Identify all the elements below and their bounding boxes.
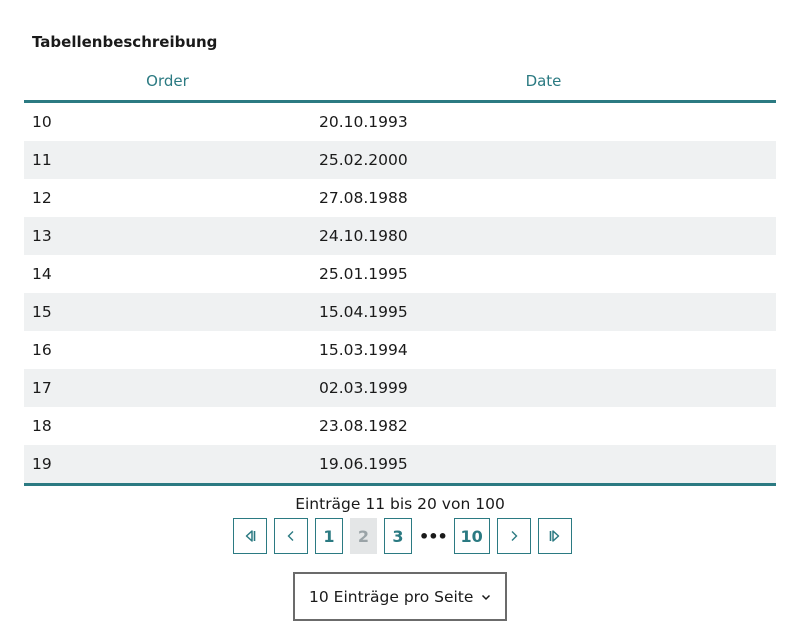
first-page-button[interactable]: [233, 518, 267, 554]
pagination-info: Einträge 11 bis 20 von 100: [295, 495, 505, 513]
cell-order: 15: [32, 303, 52, 321]
cell-order: 18: [32, 417, 52, 435]
table-row: 14 25.01.1995: [24, 255, 776, 293]
chevron-right-icon: [511, 531, 518, 541]
table-row: 12 27.08.1988: [24, 179, 776, 217]
cell-date: 02.03.1999: [319, 379, 408, 397]
page-button-1[interactable]: 1: [315, 518, 343, 554]
cell-date: 24.10.1980: [319, 227, 408, 245]
previous-page-button[interactable]: [274, 518, 308, 554]
chevron-down-icon: [481, 594, 491, 601]
table-body: 10 20.10.1993 11 25.02.2000 12 27.08.198…: [24, 103, 776, 486]
cell-date: 27.08.1988: [319, 189, 408, 207]
page-size-value: 10 Einträge pro Seite: [309, 587, 474, 606]
cell-date: 25.02.2000: [319, 151, 408, 169]
chevron-left-icon: [287, 531, 294, 541]
table-row: 19 19.06.1995: [24, 445, 776, 483]
page-button-2-current: 2: [350, 518, 377, 554]
cell-order: 14: [32, 265, 52, 283]
page-button-10[interactable]: 10: [453, 518, 490, 554]
cell-order: 17: [32, 379, 52, 397]
pagination: 1 2 3 ••• 10: [233, 518, 572, 554]
cell-date: 20.10.1993: [319, 113, 408, 131]
pagination-ellipsis: •••: [419, 526, 448, 546]
first-page-icon: [245, 530, 256, 542]
column-header-order[interactable]: Order: [24, 72, 311, 90]
cell-order: 16: [32, 341, 52, 359]
table-caption: Tabellenbeschreibung: [32, 33, 218, 51]
page-size-select[interactable]: 10 Einträge pro Seite: [293, 572, 507, 621]
cell-date: 25.01.1995: [319, 265, 408, 283]
table-header: Order Date: [24, 62, 776, 103]
cell-date: 15.04.1995: [319, 303, 408, 321]
cell-order: 12: [32, 189, 52, 207]
next-page-button[interactable]: [496, 518, 531, 554]
data-table: Order Date 10 20.10.1993 11 25.02.2000 1…: [24, 62, 776, 486]
cell-date: 19.06.1995: [319, 455, 408, 473]
last-page-icon: [549, 530, 559, 542]
table-row: 13 24.10.1980: [24, 217, 776, 255]
page-button-3[interactable]: 3: [384, 518, 412, 554]
table-row: 18 23.08.1982: [24, 407, 776, 445]
last-page-button[interactable]: [537, 518, 572, 554]
cell-order: 11: [32, 151, 52, 169]
cell-order: 13: [32, 227, 52, 245]
column-header-date[interactable]: Date: [311, 72, 776, 90]
table-row: 17 02.03.1999: [24, 369, 776, 407]
cell-order: 19: [32, 455, 52, 473]
cell-order: 10: [32, 113, 52, 131]
cell-date: 23.08.1982: [319, 417, 408, 435]
table-row: 10 20.10.1993: [24, 103, 776, 141]
table-row: 11 25.02.2000: [24, 141, 776, 179]
table-row: 15 15.04.1995: [24, 293, 776, 331]
table-row: 16 15.03.1994: [24, 331, 776, 369]
cell-date: 15.03.1994: [319, 341, 408, 359]
